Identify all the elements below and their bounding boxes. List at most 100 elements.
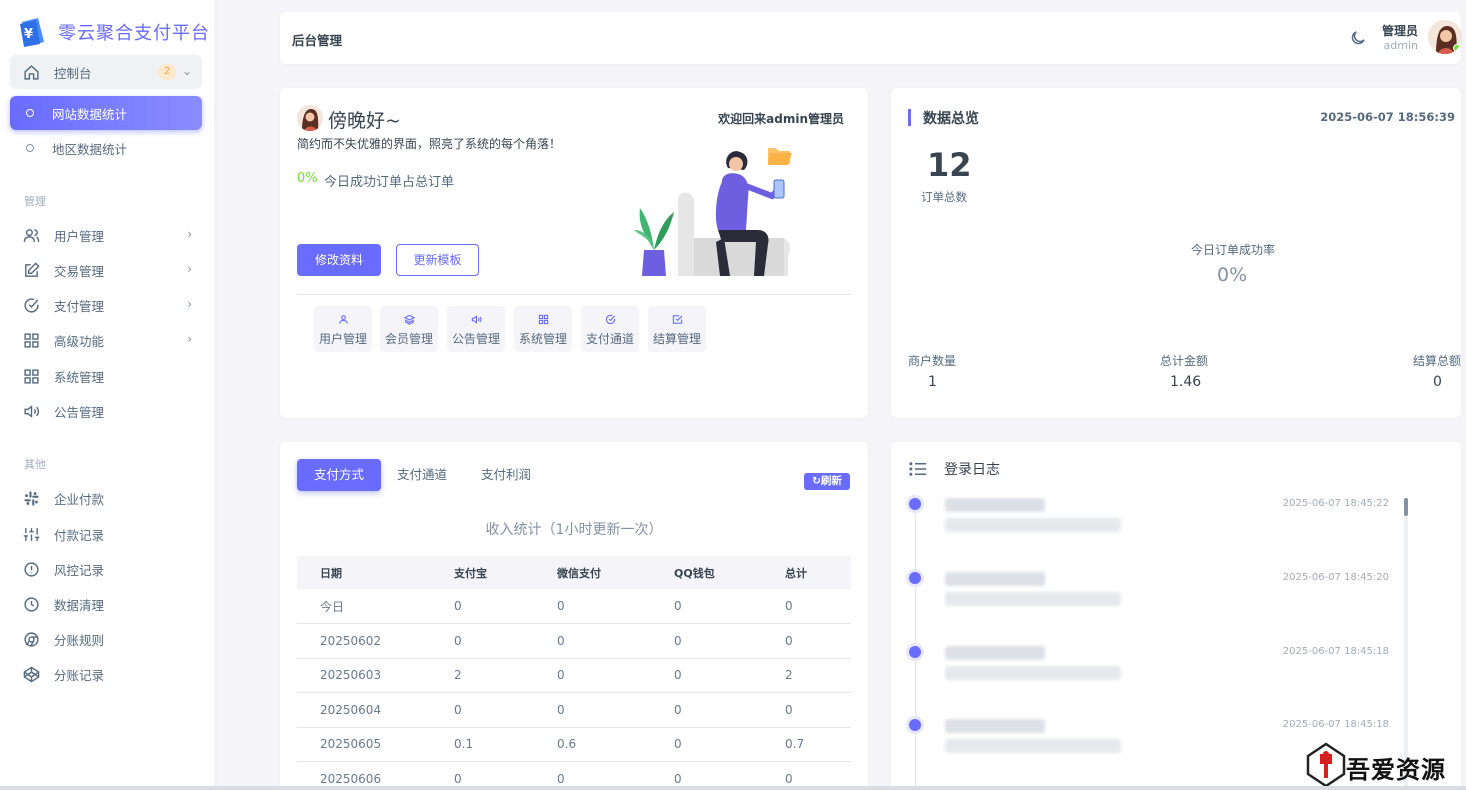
- log-entry: 2025-06-07 18:45:18: [909, 646, 1409, 694]
- sidebar-item-trade-manage[interactable]: 交易管理 ›: [10, 253, 202, 287]
- table-row: 20250604 0 0 0 0: [297, 692, 851, 728]
- quick-link-pay-channel[interactable]: 支付通道: [581, 306, 639, 352]
- income-title: 收入统计（1小时更新一次）: [485, 522, 663, 538]
- sidebar-item-site-stats[interactable]: 网站数据统计: [10, 96, 202, 130]
- table-row: 20250602 0 0 0 0: [297, 623, 851, 659]
- column-header: 微信支付: [534, 556, 651, 589]
- sidebar-item-split-rules[interactable]: 分账规则: [10, 622, 202, 656]
- card-title: 数据总览: [923, 111, 979, 127]
- online-status-dot: [1453, 44, 1461, 52]
- scrollbar-thumb[interactable]: [1404, 498, 1408, 516]
- layers-icon: [380, 314, 438, 328]
- grid-icon: [22, 367, 40, 385]
- accent-bar: [908, 109, 911, 126]
- brand[interactable]: ¥ 零云聚合支付平台: [18, 16, 210, 48]
- top-bar: 后台管理 管理员 admin: [280, 12, 1462, 64]
- table-cell: 0.1: [431, 727, 534, 762]
- quick-link-member-manage[interactable]: 会员管理: [380, 306, 438, 352]
- quick-link-label: 支付通道: [585, 332, 634, 346]
- timeline-dot: [909, 498, 921, 510]
- sidebar-item-label: 系统管理: [54, 369, 105, 385]
- income-table: 日期 支付宝 微信支付 QQ钱包 总计 今日 0 0 0 0 20250602 …: [297, 556, 851, 790]
- sidebar-item-enterprise-pay[interactable]: 企业付款: [10, 481, 202, 515]
- svg-text:¥: ¥: [24, 27, 33, 42]
- table-row: 20250605 0.1 0.6 0 0.7: [297, 727, 851, 762]
- sidebar-item-label: 高级功能: [54, 333, 105, 349]
- data-overview-card: 数据总览 2025-06-07 18:56:39 12 订单总数 今日订单成功率…: [891, 88, 1461, 418]
- log-time: 2025-06-07 18:45:18: [1282, 646, 1389, 657]
- user-icon: [314, 314, 372, 328]
- sidebar-item-advanced[interactable]: 高级功能 ›: [10, 323, 202, 357]
- sidebar-item-region-stats[interactable]: 地区数据统计: [10, 131, 202, 165]
- table-cell: 0.7: [762, 727, 851, 762]
- users-icon: [22, 226, 40, 244]
- sidebar-item-label: 数据清理: [54, 597, 105, 613]
- chevron-down-icon: ⌄: [181, 64, 192, 78]
- sidebar-item-label: 企业付款: [54, 491, 105, 507]
- tab-pay-channel[interactable]: 支付通道: [388, 459, 456, 491]
- quick-link-user-manage[interactable]: 用户管理: [314, 306, 372, 352]
- tab-pay-method[interactable]: 支付方式: [297, 459, 381, 491]
- sidebar-item-notice[interactable]: 公告管理: [10, 394, 202, 428]
- user-role: admin: [1383, 39, 1418, 52]
- column-header: 支付宝: [431, 556, 534, 589]
- quick-link-system-manage[interactable]: 系统管理: [514, 306, 572, 352]
- column-header: 总计: [762, 556, 851, 589]
- circle-icon: [26, 144, 34, 152]
- sidebar-item-dashboard[interactable]: 控制台 2 ⌄: [10, 55, 202, 89]
- column-header: QQ钱包: [651, 556, 762, 589]
- success-rate: 0%: [1217, 264, 1248, 286]
- section-header-manage: 管理: [24, 195, 46, 208]
- tab-pay-profit[interactable]: 支付利润: [472, 459, 540, 491]
- table-cell: 20250604: [297, 692, 431, 728]
- table-cell: 0: [651, 589, 762, 624]
- sidebar-item-user-manage[interactable]: 用户管理 ›: [10, 218, 202, 252]
- check-circle-icon: [22, 296, 40, 314]
- sidebar-item-risk-records[interactable]: 风控记录: [10, 552, 202, 586]
- horizontal-scrollbar[interactable]: [0, 786, 1466, 790]
- watermark-text: 吾爱资源网: [1346, 755, 1446, 784]
- table-row: 20250603 2 0 0 2: [297, 658, 851, 693]
- speaker-icon: [447, 314, 505, 328]
- sidebar-item-system[interactable]: 系统管理: [10, 359, 202, 393]
- check-square-icon: [648, 314, 706, 328]
- avatar[interactable]: [1428, 20, 1462, 54]
- update-template-button[interactable]: 更新模板: [396, 244, 479, 276]
- watermark: 吾爱资源网: [1306, 742, 1466, 790]
- quick-link-label: 会员管理: [384, 332, 433, 346]
- timeline-dot: [909, 572, 921, 584]
- quick-link-notice-manage[interactable]: 公告管理: [447, 306, 505, 352]
- home-icon: [22, 63, 40, 81]
- sidebar-item-pay-manage[interactable]: 支付管理 ›: [10, 288, 202, 322]
- quick-link-settlement[interactable]: 结算管理: [648, 306, 706, 352]
- table-cell: 0: [762, 692, 851, 728]
- clock-icon: [22, 595, 40, 613]
- sidebar-item-split-records[interactable]: 分账记录: [10, 657, 202, 691]
- table-cell: 20250603: [297, 658, 431, 693]
- merchant-count: 1: [928, 374, 937, 390]
- sidebar-item-data-clean[interactable]: 数据清理: [10, 587, 202, 621]
- log-time: 2025-06-07 18:45:18: [1282, 719, 1389, 730]
- circle-icon: [26, 109, 34, 117]
- total-amount-label: 总计金额: [1160, 354, 1209, 368]
- greeting: 傍晚好~: [328, 110, 401, 132]
- speaker-icon: [22, 402, 40, 420]
- merchant-count-label: 商户数量: [908, 354, 957, 368]
- table-cell: 20250602: [297, 623, 431, 659]
- success-percent-label: 今日成功订单占总订单: [324, 175, 455, 190]
- sidebar-item-pay-records[interactable]: 付款记录: [10, 517, 202, 551]
- table-cell: 0: [534, 589, 651, 624]
- table-cell: 0.6: [534, 727, 651, 762]
- quick-link-label: 用户管理: [318, 332, 367, 346]
- refresh-button[interactable]: ↻刷新: [804, 473, 850, 490]
- grid-icon: [514, 314, 572, 328]
- edit-profile-button[interactable]: 修改资料: [297, 244, 381, 276]
- table-cell: 0: [431, 623, 534, 659]
- settlement-total-label: 结算总额: [1413, 354, 1462, 368]
- sidebar-item-label: 付款记录: [54, 527, 105, 543]
- sidebar-item-label: 用户管理: [54, 228, 105, 244]
- quick-link-label: 结算管理: [652, 332, 701, 346]
- sidebar-item-label: 控制台: [54, 65, 92, 81]
- settlement-total: 0: [1433, 374, 1442, 390]
- moon-icon[interactable]: [1349, 29, 1367, 47]
